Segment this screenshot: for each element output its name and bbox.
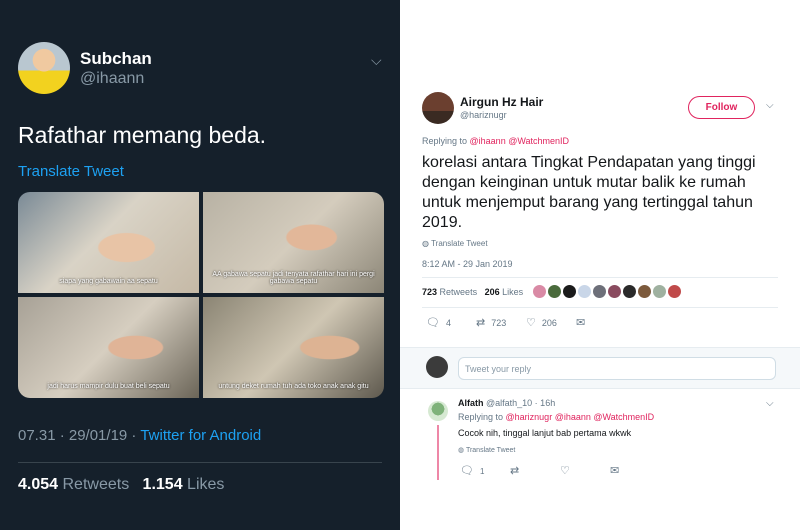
like-count: 206 <box>541 318 557 328</box>
media-caption: untung deket rumah tuh ada toko anak ana… <box>218 383 369 390</box>
like-action[interactable]: ♡ 206 <box>526 316 557 329</box>
tweet-timestamp: 07.31 · 29/01/19 · <box>18 427 141 444</box>
reply-count: 1 <box>479 467 485 476</box>
liker-avatar[interactable] <box>667 284 682 299</box>
replying-to: Replying to @ihaann @WatchmenID <box>422 136 569 146</box>
tweet-source-link[interactable]: Twitter for Android <box>140 427 261 444</box>
replying-to: Replying to @hariznugr @ihaann @Watchmen… <box>458 412 654 422</box>
retweet-count: 723 <box>491 318 507 328</box>
follow-button[interactable]: Follow <box>688 96 755 119</box>
liker-avatar[interactable] <box>577 284 592 299</box>
reply-input[interactable] <box>458 357 776 380</box>
retweet-icon: ⇄ <box>510 465 520 477</box>
media-caption: siapa yang gabawain aa sepatu <box>59 278 158 285</box>
likes-count[interactable]: 1.154 <box>143 476 183 493</box>
reply-author: Alfath @alfath_10 · 16h <box>458 398 555 408</box>
translate-label[interactable]: Translate Tweet <box>466 447 515 454</box>
tweet-text: Rafathar memang beda. <box>18 122 267 148</box>
display-name[interactable]: Alfath <box>458 398 484 408</box>
avatar[interactable] <box>426 356 448 378</box>
media-photo-2[interactable]: AA gabawa sepatu jadi tenyata rafathar h… <box>203 192 384 293</box>
likes-label[interactable]: Likes <box>502 287 523 297</box>
media-photo-4[interactable]: untung deket rumah tuh ada toko anak ana… <box>203 297 384 398</box>
retweet-action[interactable]: ⇄ <box>510 464 525 477</box>
liker-avatar[interactable] <box>562 284 577 299</box>
envelope-icon: ✉ <box>610 465 620 477</box>
chevron-down-icon[interactable]: ⌵ <box>766 100 774 111</box>
divider <box>422 307 778 308</box>
globe-icon: ◍ <box>458 447 465 454</box>
reply-icon: 🗨︎ <box>426 317 440 329</box>
media-caption: AA gabawa sepatu jadi tenyata rafathar h… <box>212 271 375 285</box>
retweets-label[interactable]: Retweets <box>440 287 478 297</box>
engagement-counts: 723 Retweets 206 Likes <box>422 287 523 297</box>
translate-tweet-link[interactable]: Translate Tweet <box>18 163 124 180</box>
retweets-count[interactable]: 723 <box>422 287 437 297</box>
chevron-down-icon[interactable]: ⌵ <box>371 52 382 69</box>
retweets-count[interactable]: 4.054 <box>18 476 58 493</box>
like-action[interactable]: ♡ <box>560 464 576 477</box>
tweet-media-grid[interactable]: siapa yang gabawain aa sepatu AA gabawa … <box>18 192 384 398</box>
translate-label[interactable]: Translate Tweet <box>431 239 487 248</box>
retweet-icon: ⇄ <box>476 317 486 329</box>
reply-text: Cocok nih, tinggal lanjut bab pertama wk… <box>458 428 632 438</box>
reply-count: 4 <box>445 318 451 328</box>
thread-connector <box>437 425 439 480</box>
engagement-counts: 4.054 Retweets 1.154 Likes <box>18 476 224 494</box>
replying-mentions[interactable]: @hariznugr @ihaann @WatchmenID <box>506 412 655 422</box>
envelope-icon: ✉ <box>576 317 586 329</box>
liker-avatar[interactable] <box>607 284 622 299</box>
tweet-timestamp[interactable]: 8:12 AM - 29 Jan 2019 <box>422 259 513 269</box>
user-handle[interactable]: @ihaann <box>80 70 144 88</box>
liker-avatar[interactable] <box>547 284 562 299</box>
avatar[interactable] <box>18 42 70 94</box>
liker-avatar[interactable] <box>622 284 637 299</box>
retweets-label[interactable]: Retweets <box>63 476 130 493</box>
reply-icon: 🗨︎ <box>460 465 474 477</box>
chevron-down-icon[interactable]: ⌵ <box>766 398 774 409</box>
display-name[interactable]: Airgun Hz Hair <box>460 95 543 109</box>
replying-prefix: Replying to <box>458 412 506 422</box>
direct-message-action[interactable]: ✉ <box>576 316 591 329</box>
heart-icon: ♡ <box>526 317 536 329</box>
tweet-meta: 07.31 · 29/01/19 · Twitter for Android <box>18 427 261 444</box>
media-photo-1[interactable]: siapa yang gabawain aa sepatu <box>18 192 199 293</box>
retweet-action[interactable]: ⇄ 723 <box>476 316 506 329</box>
replying-prefix: Replying to <box>422 136 470 146</box>
likes-label[interactable]: Likes <box>187 476 224 493</box>
liker-avatar[interactable] <box>637 284 652 299</box>
media-caption: jadi harus mampir dulu buat beli sepatu <box>47 383 170 390</box>
likes-count[interactable]: 206 <box>485 287 500 297</box>
replying-mentions[interactable]: @ihaann @WatchmenID <box>470 136 569 146</box>
direct-message-action[interactable]: ✉ <box>610 464 625 477</box>
reply-action[interactable]: 🗨︎ 4 <box>426 316 451 329</box>
liker-avatar[interactable] <box>592 284 607 299</box>
liker-avatar[interactable] <box>532 284 547 299</box>
divider <box>422 277 778 278</box>
reply-action[interactable]: 🗨︎ 1 <box>460 464 484 477</box>
heart-icon: ♡ <box>560 465 570 477</box>
left-tweet-panel: Subchan @ihaann ⌵ Rafathar memang beda. … <box>0 0 400 530</box>
media-photo-3[interactable]: jadi harus mampir dulu buat beli sepatu <box>18 297 199 398</box>
liker-avatar[interactable] <box>652 284 667 299</box>
globe-icon: ◍ <box>422 239 429 248</box>
translate-tweet-link[interactable]: ◍ Translate Tweet <box>458 446 515 454</box>
user-handle[interactable]: @hariznugr <box>460 110 507 120</box>
display-name[interactable]: Subchan <box>80 49 152 69</box>
handle-and-time[interactable]: @alfath_10 · 16h <box>486 398 555 408</box>
divider <box>18 462 382 463</box>
translate-tweet-link[interactable]: ◍ Translate Tweet <box>422 239 488 248</box>
avatar[interactable] <box>428 401 448 421</box>
right-tweet-panel: Airgun Hz Hair @hariznugr Follow ⌵ Reply… <box>400 0 800 530</box>
tweet-text: korelasi antara Tingkat Pendapatan yang … <box>422 154 756 231</box>
avatar[interactable] <box>422 92 454 124</box>
